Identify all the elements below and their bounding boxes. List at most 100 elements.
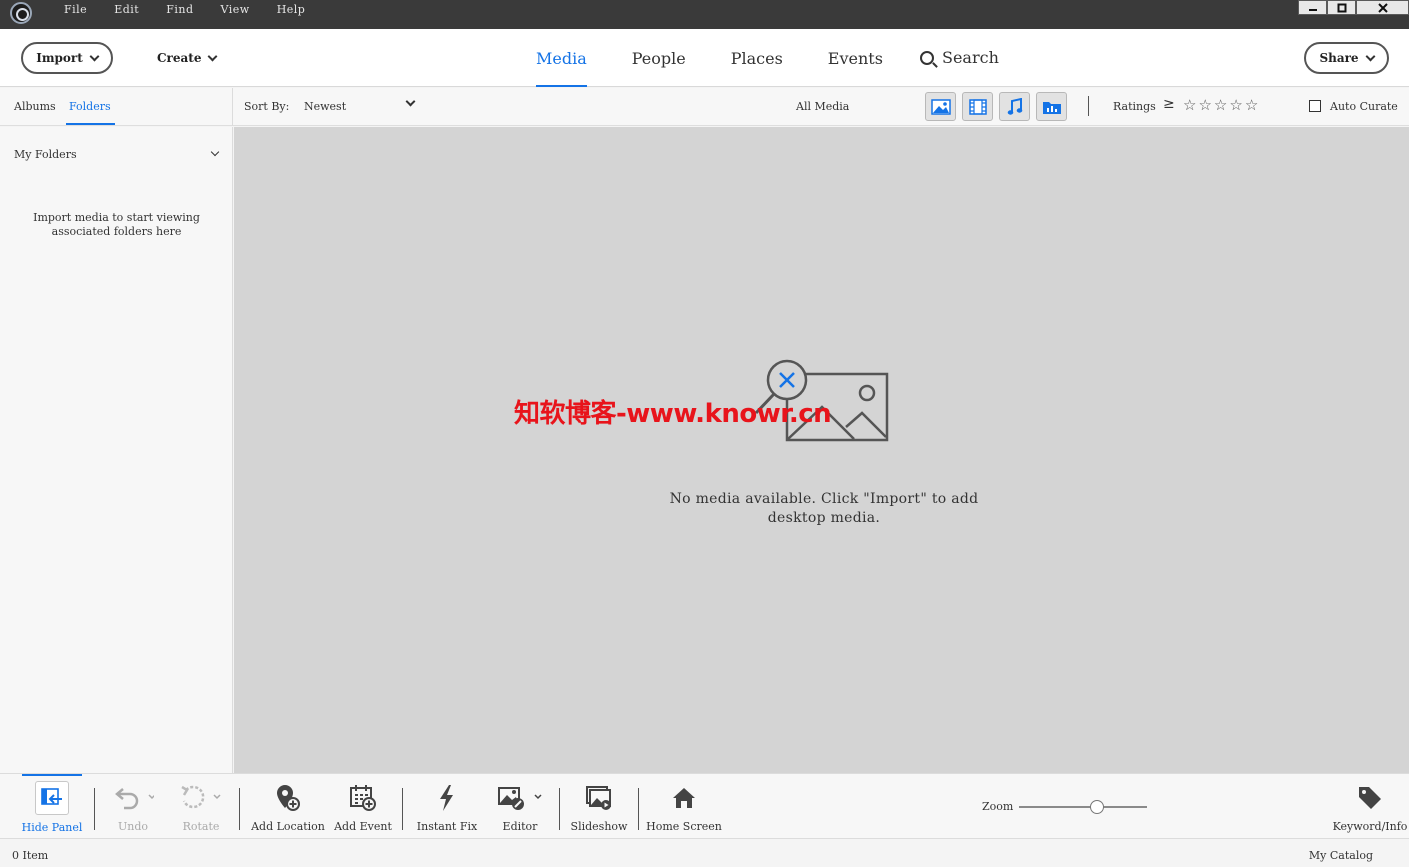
app-logo-icon — [10, 2, 32, 24]
rotate-label: Rotate — [182, 820, 220, 833]
catalog-name[interactable]: My Catalog — [1309, 849, 1373, 862]
slideshow-icon — [586, 786, 611, 810]
ratings-label: Ratings — [1113, 100, 1156, 113]
slideshow-button[interactable]: Slideshow — [568, 774, 630, 840]
instant-fix-button[interactable]: Instant Fix — [412, 774, 482, 840]
hide-panel-label: Hide Panel — [21, 821, 83, 834]
star-icon[interactable]: ☆ — [1245, 96, 1260, 114]
import-hint-line: Import media to start viewing — [33, 211, 200, 224]
star-icon[interactable]: ☆ — [1214, 96, 1229, 114]
chevron-down-icon[interactable] — [210, 147, 220, 157]
share-label: Share — [1319, 51, 1359, 65]
create-button[interactable]: Create — [157, 51, 218, 65]
search-label: Search — [942, 48, 999, 67]
chevron-down-icon — [89, 51, 100, 61]
view-tabs: Media People Places Events — [536, 29, 928, 87]
tab-places[interactable]: Places — [731, 29, 783, 87]
ratings-stars[interactable]: ☆☆☆☆☆ — [1183, 96, 1260, 114]
window-controls — [1298, 0, 1409, 15]
slideshow-label: Slideshow — [570, 820, 628, 833]
home-screen-button[interactable]: Home Screen — [646, 774, 722, 840]
photo-icon — [930, 98, 951, 115]
empty-message-line: No media available. Click "Import" to ad… — [669, 491, 979, 507]
project-icon — [1042, 101, 1061, 114]
folders-panel: My Folders Import media to start viewing… — [0, 127, 233, 773]
import-hint: Import media to start viewing associated… — [0, 211, 233, 239]
close-button[interactable] — [1356, 0, 1409, 15]
project-filter-button[interactable] — [1036, 92, 1067, 121]
menu-view[interactable]: View — [220, 0, 249, 22]
divider — [402, 788, 403, 830]
menu-edit[interactable]: Edit — [114, 0, 139, 22]
home-icon — [673, 788, 695, 808]
filter-bar: Albums Folders Sort By: Newest All Media — [0, 88, 1409, 126]
menu-file[interactable]: File — [64, 0, 87, 22]
zoom-slider-thumb[interactable] — [1090, 800, 1104, 814]
star-icon[interactable]: ☆ — [1183, 96, 1198, 114]
lightning-icon — [440, 785, 453, 811]
star-icon[interactable]: ☆ — [1198, 96, 1213, 114]
divider — [559, 788, 560, 830]
maximize-icon — [1337, 3, 1346, 12]
empty-message-line: desktop media. — [767, 510, 881, 526]
tab-albums[interactable]: Albums — [14, 100, 56, 113]
title-bar: File Edit Find View Help — [0, 0, 1409, 29]
add-event-button[interactable]: Add Event — [333, 774, 393, 840]
media-grid: 知软博客-www.knowr.cn No media available. Cl… — [234, 127, 1409, 773]
empty-message: No media available. Click "Import" to ad… — [624, 490, 1024, 528]
maximize-button[interactable] — [1327, 0, 1356, 15]
hide-panel-icon — [41, 788, 62, 805]
tab-folders[interactable]: Folders — [69, 100, 111, 113]
share-button[interactable]: Share — [1304, 42, 1389, 74]
import-button[interactable]: Import — [21, 42, 113, 74]
side-tabs: Albums Folders — [0, 88, 233, 126]
map-pin-icon — [277, 785, 300, 811]
hide-panel-button[interactable]: Hide Panel — [18, 774, 86, 840]
add-location-button[interactable]: Add Location — [250, 774, 326, 840]
keyword-info-label: Keyword/Info — [1332, 820, 1408, 833]
my-folders-title[interactable]: My Folders — [14, 148, 77, 161]
menu-bar: File Edit Find View Help — [64, 0, 332, 22]
editor-button[interactable]: Editor — [494, 774, 546, 840]
minimize-icon — [1308, 8, 1317, 11]
menu-find[interactable]: Find — [166, 0, 193, 22]
undo-button[interactable]: Undo — [108, 774, 158, 840]
tab-events[interactable]: Events — [828, 29, 883, 87]
audio-filter-button[interactable] — [999, 92, 1030, 121]
tag-icon — [1359, 787, 1381, 809]
calendar-add-icon — [350, 785, 376, 811]
photo-edit-icon — [498, 787, 542, 810]
video-filter-button[interactable] — [962, 92, 993, 121]
ratings-operator[interactable]: ≥ — [1163, 96, 1175, 112]
editor-label: Editor — [502, 820, 538, 833]
hide-panel-icon-box — [35, 781, 69, 815]
divider — [638, 788, 639, 830]
sort-dropdown[interactable]: Newest — [304, 100, 346, 113]
minimize-button[interactable] — [1298, 0, 1327, 15]
add-event-label: Add Event — [334, 820, 392, 833]
divider — [1088, 96, 1089, 116]
sort-label: Sort By: — [244, 100, 290, 113]
tab-people[interactable]: People — [632, 29, 686, 87]
divider — [239, 788, 240, 830]
import-hint-line: associated folders here — [51, 225, 182, 238]
tab-media[interactable]: Media — [536, 29, 587, 87]
watermark: 知软博客-www.knowr.cn — [514, 399, 832, 429]
auto-curate-checkbox[interactable] — [1309, 100, 1321, 112]
rotate-button[interactable]: Rotate — [176, 774, 226, 840]
home-screen-label: Home Screen — [646, 820, 722, 833]
active-tab-indicator — [66, 123, 115, 125]
item-count: 0 Item — [12, 849, 49, 862]
undo-label: Undo — [117, 820, 149, 833]
chevron-down-icon[interactable] — [405, 96, 416, 107]
search-button[interactable]: Search — [920, 48, 999, 67]
add-location-label: Add Location — [251, 820, 325, 833]
zoom-slider-track[interactable] — [1019, 806, 1147, 808]
photo-filter-button[interactable] — [925, 92, 956, 121]
search-icon — [920, 50, 934, 65]
menu-help[interactable]: Help — [277, 0, 306, 22]
zoom-label: Zoom — [982, 800, 1014, 813]
undo-icon — [115, 788, 154, 810]
keyword-info-button[interactable]: Keyword/Info — [1332, 774, 1408, 840]
star-icon[interactable]: ☆ — [1229, 96, 1244, 114]
